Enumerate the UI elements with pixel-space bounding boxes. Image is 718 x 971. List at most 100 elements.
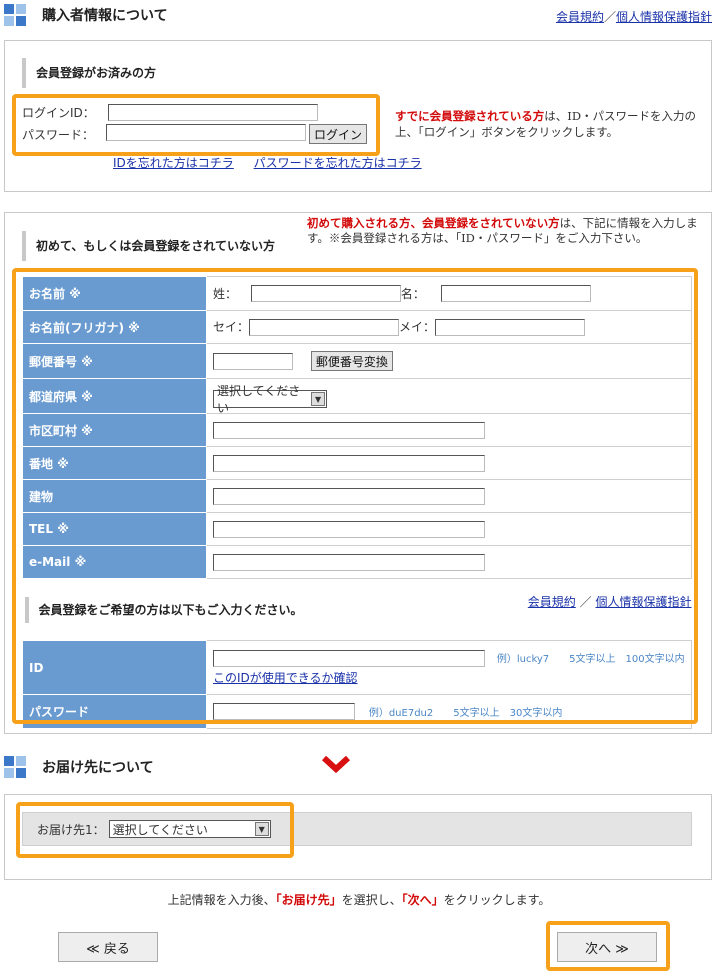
form-row-prefecture: 都道府県 ※ 選択してください ▼: [22, 378, 692, 415]
form-row-building: 建物: [22, 479, 692, 513]
delivery-row: お届け先1： 選択してください ▼: [22, 812, 692, 846]
email-cell: [206, 545, 692, 579]
building-cell: [206, 479, 692, 513]
login-note-strong: すでに会員登録されている方: [395, 109, 545, 123]
tel-input[interactable]: [213, 520, 485, 538]
member-id-input[interactable]: [213, 649, 485, 667]
id-label: ID: [22, 640, 207, 695]
instruction-highlight-delivery: 「お届け先」: [275, 893, 342, 907]
instruction-text: 上記情報を入力後、「お届け先」を選択し、「次へ」をクリックします。: [0, 891, 718, 908]
id-hint: 例）lucky7 5文字以上 100文字以内: [496, 654, 685, 665]
register-heading-cell: 会員登録をご希望の方は以下もご入力ください。 会員規約 ／ 個人情報保護指針: [23, 579, 692, 641]
buyer-section-header: 購入者情報について: [4, 4, 168, 26]
section-squares-icon: [4, 756, 26, 778]
form-row-register-heading: 会員登録をご希望の方は以下もご入力ください。 会員規約 ／ 個人情報保護指針: [23, 579, 692, 641]
id-cell: 例）lucky7 5文字以上 100文字以内 このIDが使用できるか確認: [206, 640, 692, 695]
member-password-input[interactable]: [213, 703, 355, 720]
new-customer-note: 初めて購入される方、会員登録をされていない方は、下記に情報を入力します。※会員登…: [307, 216, 702, 246]
form-row-email: e-Mail ※: [22, 545, 692, 579]
next-button[interactable]: 次へ ≫: [557, 932, 657, 962]
form-row-id: ID 例）lucky7 5文字以上 100文字以内 このIDが使用できるか確認: [22, 640, 692, 695]
password-label: パスワード：: [22, 128, 95, 142]
dropdown-arrow-icon: ▼: [311, 392, 325, 406]
new-note-strong: 初めて購入される方、会員登録をされていない方: [307, 216, 560, 230]
login-id-input[interactable]: [108, 104, 318, 121]
sei-kana-label: セイ：: [213, 320, 250, 335]
name-cell: 姓： 名：: [206, 276, 692, 311]
link-separator: ／: [603, 10, 616, 24]
address-label: 番地 ※: [22, 446, 207, 480]
city-cell: [206, 413, 692, 447]
header-links: 会員規約／個人情報保護指針: [556, 8, 712, 25]
address-input[interactable]: [213, 454, 485, 472]
id-check-link[interactable]: このIDが使用できるか確認: [213, 671, 358, 685]
login-id-label: ログインID：: [22, 106, 95, 120]
register-terms-link[interactable]: 会員規約: [528, 595, 576, 609]
mei-kana-label: メイ：: [399, 320, 436, 335]
login-heading: 会員登録がお済みの方: [22, 58, 156, 88]
section-squares-icon: [4, 4, 26, 26]
city-input[interactable]: [213, 421, 485, 439]
register-links: 会員規約 ／ 個人情報保護指針: [528, 593, 692, 610]
login-password-input[interactable]: [106, 124, 306, 141]
delivery-select[interactable]: 選択してください ▼: [108, 820, 271, 838]
form-row-tel: TEL ※: [22, 512, 692, 546]
prefecture-selected-value: 選択してください: [217, 384, 301, 415]
address-cell: [206, 446, 692, 480]
email-input[interactable]: [213, 553, 485, 571]
password-hint: 例）duE7du2 5文字以上 30文字以内: [368, 707, 563, 719]
delivery-section-header: お届け先について: [4, 756, 154, 778]
form-row-city: 市区町村 ※: [22, 413, 692, 447]
new-customer-heading: 初めて、もしくは会員登録をされていない方: [22, 231, 275, 261]
privacy-link[interactable]: 個人情報保護指針: [616, 10, 712, 24]
postal-convert-button[interactable]: 郵便番号変換: [310, 351, 393, 371]
first-name-input[interactable]: [440, 285, 591, 303]
instruction-after: をクリックします。: [443, 893, 551, 907]
buyer-section-title: 購入者情報について: [42, 8, 168, 24]
member-password-cell: 例）duE7du2 5文字以上 30文字以内: [206, 694, 692, 729]
form-row-postal: 郵便番号 ※ 郵便番号変換: [22, 343, 692, 379]
login-button[interactable]: ログイン: [309, 124, 368, 144]
back-button[interactable]: ≪ 戻る: [58, 932, 158, 962]
prefecture-select[interactable]: 選択してください ▼: [213, 384, 327, 415]
building-input[interactable]: [213, 487, 485, 505]
delivery-section-title: お届け先について: [42, 760, 154, 776]
form-row-password: パスワード 例）duE7du2 5文字以上 30文字以内: [22, 694, 692, 729]
delivery-label: お届け先1：: [37, 822, 105, 837]
building-label: 建物: [22, 479, 207, 513]
tel-cell: [206, 512, 692, 546]
forgot-id-link[interactable]: IDを忘れた方はコチラ: [113, 156, 234, 170]
delivery-selected-value: 選択してください: [112, 822, 208, 837]
first-name-kana-input[interactable]: [435, 318, 586, 336]
instruction-middle: を選択し、: [341, 893, 402, 907]
mei-label: 名：: [400, 286, 425, 301]
form-row-name: お名前 ※ 姓： 名：: [22, 276, 692, 311]
name-label: お名前 ※: [22, 276, 207, 311]
forgot-password-link[interactable]: パスワードを忘れた方はコチラ: [254, 156, 422, 170]
forgot-links: IDを忘れた方はコチラ パスワードを忘れた方はコチラ: [113, 154, 422, 171]
postal-code-input[interactable]: [213, 353, 293, 370]
sei-label: 姓：: [213, 286, 238, 301]
form-row-address: 番地 ※: [22, 446, 692, 480]
customer-form-table: お名前 ※ 姓： 名： お名前(フリガナ) ※ セイ： メイ： 郵便番号 ※ 郵便…: [22, 276, 692, 729]
last-name-input[interactable]: [250, 285, 401, 303]
postal-label: 郵便番号 ※: [22, 343, 207, 379]
name-kana-cell: セイ： メイ：: [206, 310, 692, 344]
postal-cell: 郵便番号変換: [206, 343, 692, 379]
tel-label: TEL ※: [22, 512, 207, 546]
login-note: すでに会員登録されている方は、ID・パスワードを入力の上、「ログイン」ボタンをク…: [395, 108, 700, 140]
email-label: e-Mail ※: [22, 545, 207, 579]
dropdown-arrow-icon: ▼: [254, 822, 269, 836]
prefecture-cell: 選択してください ▼: [206, 378, 692, 415]
instruction-before: 上記情報を入力後、: [167, 893, 276, 907]
last-name-kana-input[interactable]: [249, 318, 400, 336]
prefecture-label: 都道府県 ※: [22, 378, 207, 414]
form-row-name-kana: お名前(フリガナ) ※ セイ： メイ：: [22, 310, 692, 344]
member-password-label: パスワード: [22, 694, 207, 729]
name-kana-label: お名前(フリガナ) ※: [22, 310, 207, 344]
register-link-separator: ／: [579, 595, 592, 609]
register-privacy-link[interactable]: 個人情報保護指針: [595, 595, 691, 609]
down-arrow-icon: [321, 755, 351, 774]
terms-link[interactable]: 会員規約: [556, 10, 604, 24]
instruction-highlight-next: 「次へ」: [401, 893, 444, 907]
